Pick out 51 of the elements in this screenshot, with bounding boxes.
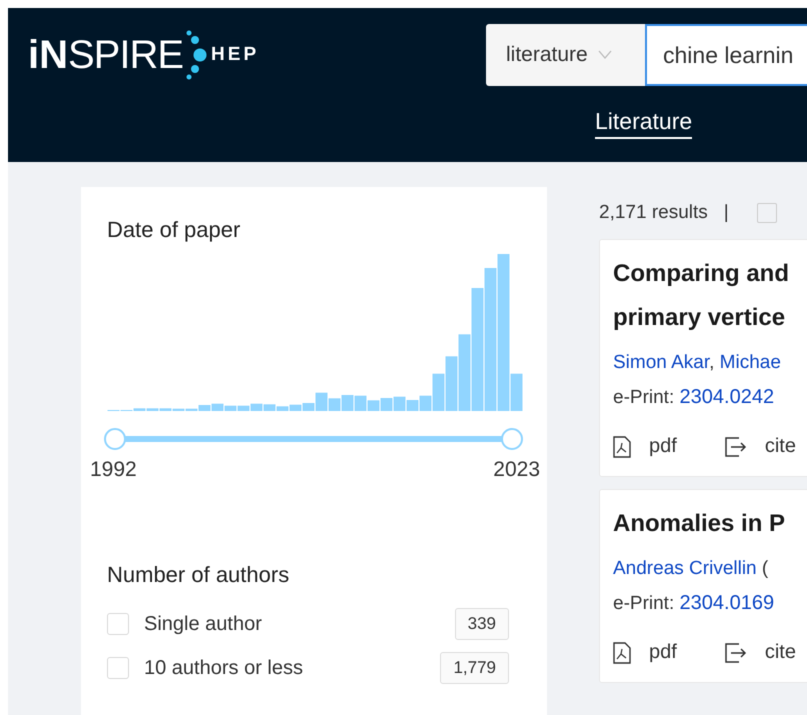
range-slider[interactable]: [104, 428, 523, 450]
slider-handle[interactable]: [501, 428, 523, 450]
histogram-bar: [328, 398, 340, 411]
eprint-label: e-Print:: [613, 387, 674, 408]
comma: ,: [709, 352, 714, 373]
results-count: 2,171 results: [599, 202, 708, 224]
result-title[interactable]: primary vertice: [613, 296, 807, 340]
author-link[interactable]: Simon Akar: [613, 352, 710, 373]
result-title[interactable]: Anomalies in P: [613, 502, 807, 546]
author-link[interactable]: Michae: [720, 352, 781, 373]
year-label: 2023: [493, 458, 540, 482]
eprint-link[interactable]: 2304.0169: [680, 592, 774, 614]
count-badge: 1,779: [440, 652, 509, 684]
logo-text: HEP: [211, 44, 260, 66]
pdf-file-icon: [613, 642, 631, 664]
logo-text: iN: [28, 32, 68, 78]
cite-button[interactable]: cite: [724, 435, 796, 458]
histogram-bar: [394, 396, 406, 411]
option-label: 10 authors or less: [144, 656, 304, 680]
checkbox[interactable]: [756, 203, 777, 223]
checkbox[interactable]: [107, 657, 129, 679]
separator: |: [724, 202, 729, 224]
histogram-bar: [380, 398, 392, 411]
affiliation-text: (: [762, 558, 768, 579]
count-badge: 339: [454, 608, 509, 640]
nav-link[interactable]: Literature: [595, 108, 692, 139]
histogram-bar: [406, 400, 418, 411]
dots-icon: [185, 29, 208, 81]
option-label: Single author: [144, 612, 263, 636]
pdf-button[interactable]: pdf: [613, 435, 677, 458]
histogram-bar: [342, 395, 354, 411]
export-icon: [724, 642, 747, 662]
logo-text: SPIRE: [68, 32, 184, 78]
cite-button[interactable]: cite: [724, 641, 796, 664]
histogram-bar: [368, 400, 380, 411]
checkbox[interactable]: [107, 613, 129, 635]
collection-dropdown[interactable]: literature: [486, 24, 645, 86]
pdf-button[interactable]: pdf: [613, 641, 677, 664]
result-title[interactable]: Comparing and: [613, 252, 807, 296]
export-icon: [724, 436, 747, 456]
slider-handle[interactable]: [104, 428, 126, 450]
histogram-bar: [354, 396, 366, 411]
eprint-label: e-Print:: [613, 593, 674, 614]
author-link[interactable]: Andreas Crivellin: [613, 558, 757, 579]
chevron-down-icon: [598, 50, 612, 60]
search-field[interactable]: chine learnin: [645, 24, 807, 86]
facet-title: Number of authors: [107, 562, 290, 588]
eprint-link[interactable]: 2304.0242: [680, 386, 774, 408]
facet-title: Date of paper: [107, 217, 242, 243]
year-label: 1992: [90, 458, 137, 482]
pdf-file-icon: [613, 436, 631, 458]
